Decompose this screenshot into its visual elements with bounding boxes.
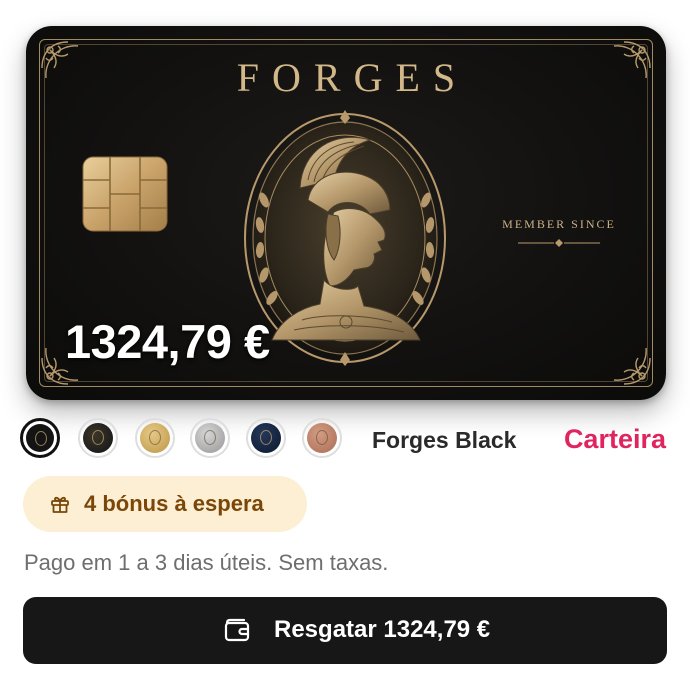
pending-bonus-badge[interactable]: 4 bónus à espera [23,476,307,532]
helmeted-warrior-emblem-icon [244,110,446,366]
gift-icon [51,496,69,513]
divider-ornament-icon [518,239,600,247]
card-preview: FORGES MEMBER SINCE 1324,79 € [26,26,666,400]
redeem-screen: FORGES MEMBER SINCE 1324,79 € Forges Bla… [0,0,690,688]
redeem-button[interactable]: Resgatar 1324,79 € [23,597,667,664]
swatch-silver[interactable] [190,418,230,458]
member-since-label: MEMBER SINCE [502,217,616,231]
selected-card-name: Forges Black [372,427,517,453]
swatch-black-gold-flecks-fill [83,423,113,453]
chip-icon [82,156,168,232]
swatch-black-gold-flecks[interactable] [78,418,118,458]
swatch-rose-gold[interactable] [302,418,342,458]
payout-info-text: Pago em 1 a 3 dias úteis. Sem taxas. [24,550,389,575]
redeem-button-label: Resgatar 1324,79 € [274,616,491,643]
swatch-gold-fill [140,423,170,453]
wallet-icon [224,618,250,642]
swatch-silver-fill [195,423,225,453]
swatch-black-fill [26,424,54,452]
swatch-gold[interactable] [135,418,175,458]
swatch-navy-fill [251,423,281,453]
swatch-navy[interactable] [246,418,286,458]
swatch-black[interactable] [20,418,60,458]
corner-ornament-icon [613,347,651,385]
card-brand: FORGES [236,55,469,100]
swatch-rose-gold-fill [307,423,337,453]
wallet-link[interactable]: Carteira [564,424,666,455]
pending-bonus-label: 4 bónus à espera [84,491,264,516]
card-balance: 1324,79 € [65,315,270,368]
